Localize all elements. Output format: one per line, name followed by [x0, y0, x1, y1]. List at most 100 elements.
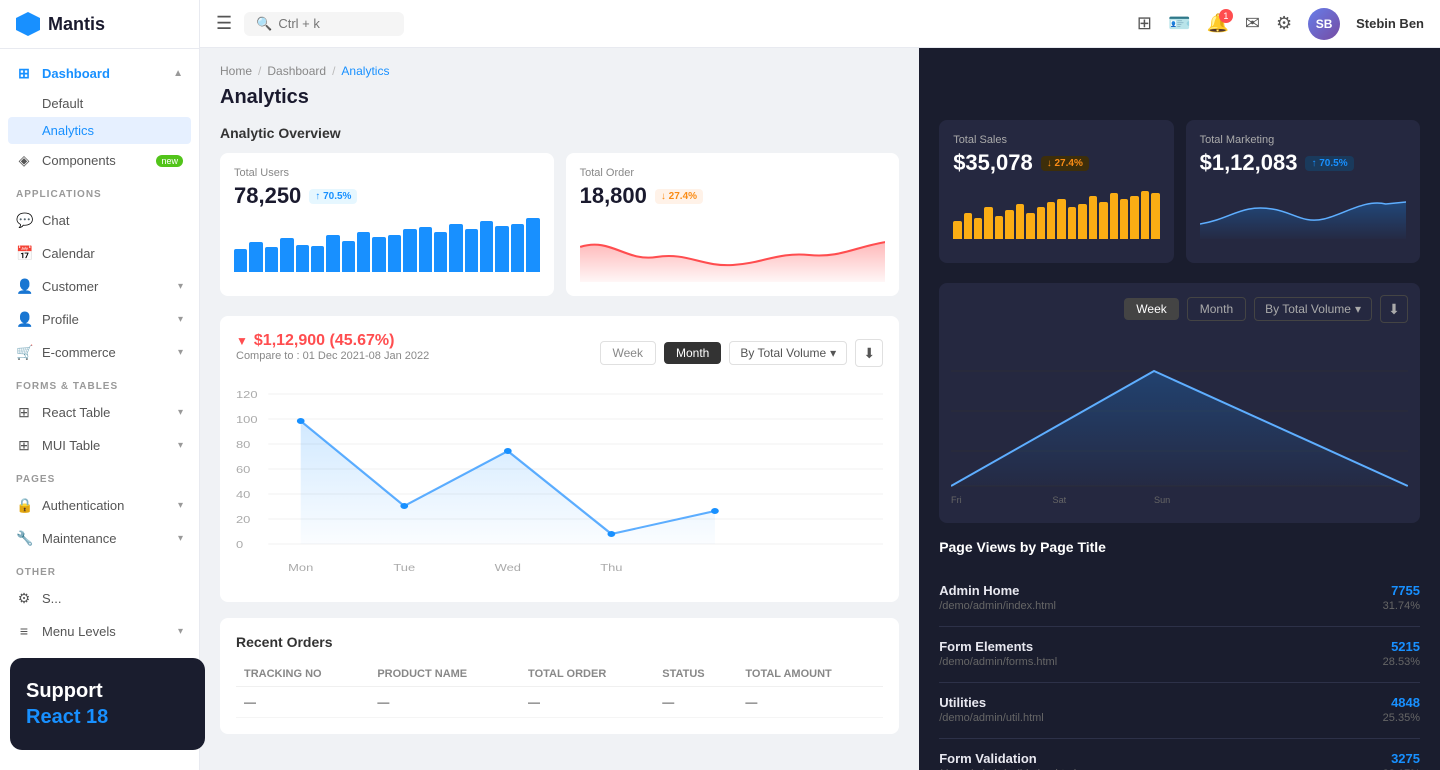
svg-text:100: 100: [236, 415, 258, 425]
user-name: Stebin Ben: [1356, 16, 1424, 31]
income-header: ▼ $1,12,900 (45.67%) Compare to : 01 Dec…: [236, 332, 883, 374]
section-analytic-overview: Analytic Overview: [220, 125, 899, 141]
content-split: Home / Dashboard / Analytics Analytics A…: [200, 48, 1440, 770]
sidebar-item-customer[interactable]: 👤 Customer ▾: [0, 270, 199, 303]
col-status: STATUS: [654, 662, 737, 687]
user-card-icon[interactable]: 🪪: [1168, 13, 1190, 34]
stat-value-sales: $35,078 ↓ 27.4%: [953, 150, 1159, 176]
svg-text:120: 120: [236, 390, 258, 400]
mail-icon[interactable]: ✉: [1245, 13, 1260, 34]
sidebar-item-maintenance[interactable]: 🔧 Maintenance ▾: [0, 522, 199, 555]
settings-icon: ⚙: [16, 590, 32, 607]
sidebar-logo[interactable]: Mantis: [0, 0, 199, 49]
customer-icon: 👤: [16, 278, 32, 295]
sidebar-item-analytics[interactable]: Analytics: [8, 117, 191, 144]
sidebar-item-authentication[interactable]: 🔒 Authentication ▾: [0, 489, 199, 522]
dashboard-icon: ⊞: [16, 65, 32, 82]
stat-label-users: Total Users: [234, 167, 540, 179]
chevron-down-icon: ▾: [178, 440, 183, 451]
income-line-chart: 120 100 80 60 40 20 0: [236, 386, 883, 586]
dark-week-button[interactable]: Week: [1124, 298, 1178, 320]
orders-table: TRACKING NO PRODUCT NAME TOTAL ORDER STA…: [236, 662, 883, 718]
income-value: $1,12,900 (45.67%): [254, 332, 395, 350]
download-button[interactable]: ⬇: [855, 339, 883, 367]
support-popup-text: Support React 18: [26, 678, 189, 730]
svg-text:80: 80: [236, 440, 250, 450]
notification-icon[interactable]: 🔔 1: [1206, 13, 1228, 34]
week-button[interactable]: Week: [600, 341, 656, 365]
mui-table-icon: ⊞: [16, 437, 32, 454]
stat-card-marketing: Total Marketing $1,12,083 ↑ 70.5%: [1186, 120, 1420, 263]
panel-light: Home / Dashboard / Analytics Analytics A…: [200, 48, 919, 770]
chevron-down-icon: ▾: [178, 314, 183, 325]
profile-icon: 👤: [16, 311, 32, 328]
stat-badge-sales: ↓ 27.4%: [1041, 156, 1089, 171]
col-total-order: TOTAL ORDER: [520, 662, 654, 687]
month-button[interactable]: Month: [664, 342, 721, 364]
chevron-down-icon: ▾: [178, 500, 183, 511]
sidebar-item-chat[interactable]: 💬 Chat: [0, 204, 199, 237]
menu-toggle-icon[interactable]: ☰: [216, 13, 232, 34]
select-chevron-icon: ▾: [830, 346, 836, 360]
avatar: SB: [1308, 8, 1340, 40]
nav-group-pages: Pages: [0, 462, 199, 489]
stat-label-orders: Total Order: [580, 167, 886, 179]
page-views-title: Page Views by Page Title: [939, 539, 1420, 555]
chevron-down-icon: ▾: [178, 626, 183, 637]
breadcrumb: Home / Dashboard / Analytics: [220, 64, 899, 78]
support-react18-popup[interactable]: Support React 18: [10, 658, 205, 750]
chart-controls: Week Month By Total Volume ▾ ⬇: [600, 339, 884, 367]
orders-area-chart: [580, 217, 886, 282]
dark-income-chart-card: Week Month By Total Volume ▾ ⬇: [939, 283, 1420, 523]
dark-top-cards: Total Sales $35,078 ↓ 27.4%: [939, 120, 1420, 263]
logo-icon: [16, 12, 40, 36]
topbar-right: ⊞ 🪪 🔔 1 ✉ ⚙ SB Stebin Ben: [1137, 8, 1424, 40]
sidebar-item-settings[interactable]: ⚙ S...: [0, 582, 199, 615]
menu-levels-icon: ≡: [16, 623, 32, 639]
recent-orders-card: Recent Orders TRACKING NO PRODUCT NAME T…: [220, 618, 899, 734]
sidebar-item-mui-table[interactable]: ⊞ MUI Table ▾: [0, 429, 199, 462]
dark-month-button[interactable]: Month: [1187, 297, 1246, 321]
stat-value-marketing: $1,12,083 ↑ 70.5%: [1200, 150, 1406, 176]
app-name: Mantis: [48, 14, 105, 35]
breadcrumb-analytics: Analytics: [341, 64, 389, 78]
stat-card-users: Total Users 78,250 ↑ 70.5%: [220, 153, 554, 296]
chevron-up-icon: ▲: [173, 68, 183, 79]
dark-download-button[interactable]: ⬇: [1380, 295, 1408, 323]
dark-line-chart: Fri Sat Sun: [951, 331, 1408, 511]
sidebar-item-calendar[interactable]: 📅 Calendar: [0, 237, 199, 270]
dark-volume-select[interactable]: By Total Volume ▾: [1254, 297, 1372, 321]
sidebar-item-default[interactable]: Default: [0, 90, 199, 117]
search-box[interactable]: 🔍: [244, 12, 404, 36]
page-title: Analytics: [220, 86, 899, 109]
svg-text:Wed: Wed: [495, 563, 521, 573]
chevron-down-icon: ▾: [178, 533, 183, 544]
stat-cards-row: Total Users 78,250 ↑ 70.5%: [220, 153, 899, 296]
react-table-icon: ⊞: [16, 404, 32, 421]
stat-label-sales: Total Sales: [953, 134, 1159, 146]
svg-text:Fri: Fri: [951, 495, 962, 505]
breadcrumb-dashboard: Dashboard: [267, 64, 326, 78]
grid-icon[interactable]: ⊞: [1137, 13, 1152, 34]
recent-orders-title: Recent Orders: [236, 634, 883, 650]
stat-badge-marketing: ↑ 70.5%: [1305, 156, 1353, 171]
svg-text:20: 20: [236, 515, 250, 525]
sidebar-item-ecommerce[interactable]: 🛒 E-commerce ▾: [0, 336, 199, 369]
maintenance-icon: 🔧: [16, 530, 32, 547]
chat-icon: 💬: [16, 212, 32, 229]
search-input[interactable]: [278, 16, 378, 31]
volume-select[interactable]: By Total Volume ▾: [729, 341, 847, 365]
gear-icon[interactable]: ⚙: [1276, 13, 1292, 34]
chevron-down-icon: ▾: [178, 407, 183, 418]
sidebar-item-dashboard[interactable]: ⊞ Dashboard ▲: [0, 57, 199, 90]
sidebar-item-components[interactable]: ◈ Components new: [0, 144, 199, 177]
sidebar-item-menu-levels[interactable]: ≡ Menu Levels ▾: [0, 615, 199, 647]
svg-text:Mon: Mon: [288, 563, 313, 573]
col-tracking: TRACKING NO: [236, 662, 369, 687]
income-compare: Compare to : 01 Dec 2021-08 Jan 2022: [236, 350, 429, 362]
sidebar-item-profile[interactable]: 👤 Profile ▾: [0, 303, 199, 336]
svg-text:Thu: Thu: [600, 563, 622, 573]
sidebar-item-react-table[interactable]: ⊞ React Table ▾: [0, 396, 199, 429]
ecommerce-icon: 🛒: [16, 344, 32, 361]
sales-bar-chart: [953, 184, 1159, 239]
